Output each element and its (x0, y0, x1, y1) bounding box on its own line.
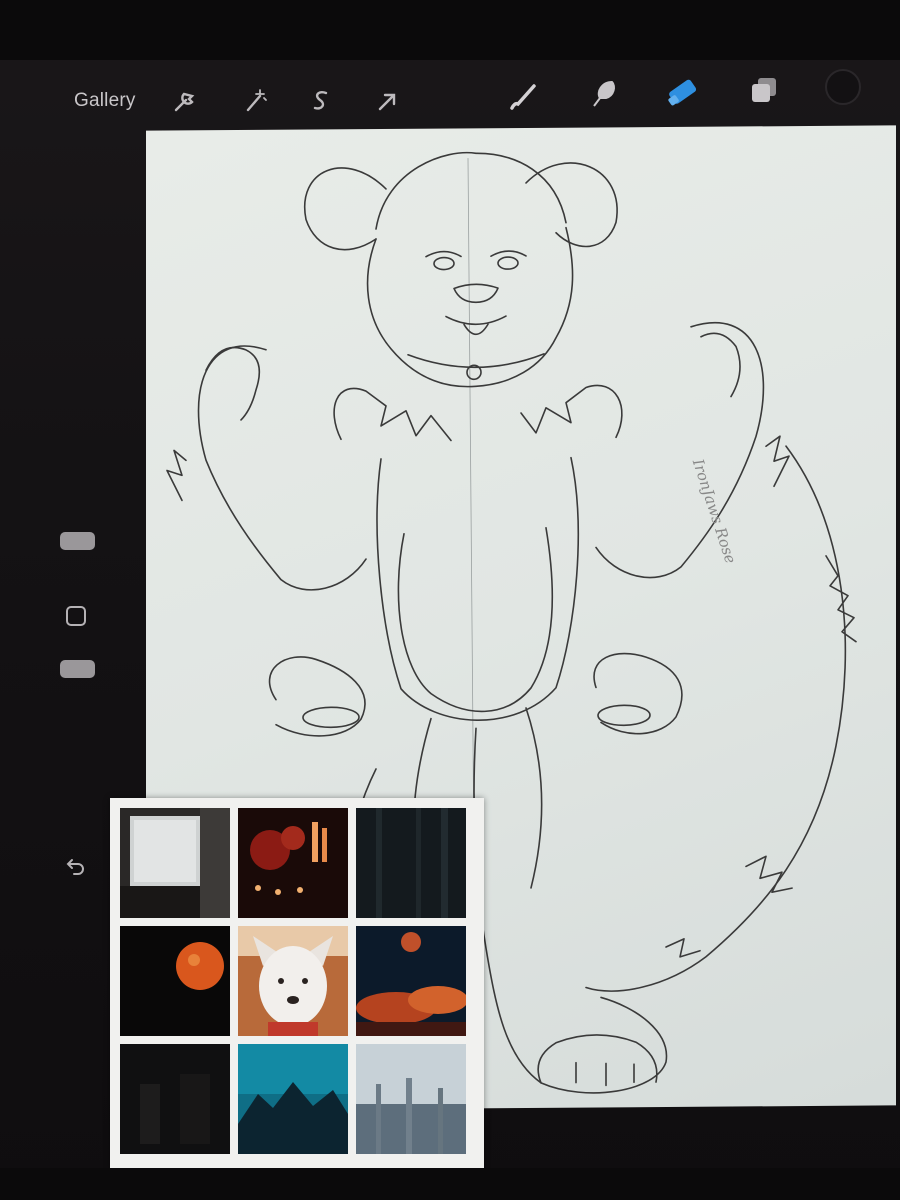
reference-thumbnail[interactable] (356, 926, 466, 1036)
reference-thumbnail[interactable] (356, 1044, 466, 1154)
layers-icon[interactable] (746, 72, 782, 108)
selection-icon[interactable] (306, 86, 336, 116)
smudge-icon[interactable] (586, 76, 622, 112)
transform-arrow-icon[interactable] (372, 86, 402, 116)
brush-size-slider[interactable] (60, 532, 95, 550)
opacity-slider[interactable] (60, 660, 95, 678)
magic-wand-icon[interactable] (240, 86, 270, 116)
reference-thumbnail[interactable] (238, 1044, 348, 1154)
tablet-bezel-bottom (0, 1168, 900, 1200)
reference-thumbnail[interactable] (238, 808, 348, 918)
tablet-bezel-top (0, 0, 900, 60)
reference-thumbnail[interactable] (356, 808, 466, 918)
brush-icon[interactable] (506, 80, 540, 114)
procreate-screen: Gallery IronJaws Rose (0, 0, 900, 1200)
reference-thumbnail[interactable] (120, 1044, 230, 1154)
reference-thumbnail[interactable] (120, 808, 230, 918)
eraser-icon[interactable] (664, 74, 704, 112)
modify-button[interactable] (66, 606, 86, 626)
reference-thumbnail[interactable] (238, 926, 348, 1036)
reference-panel[interactable] (110, 798, 484, 1170)
gallery-button[interactable]: Gallery (74, 90, 136, 112)
reference-thumbnail[interactable] (120, 926, 230, 1036)
wrench-icon[interactable] (170, 86, 200, 116)
undo-icon[interactable] (64, 854, 88, 878)
color-swatch-icon[interactable] (822, 66, 864, 108)
